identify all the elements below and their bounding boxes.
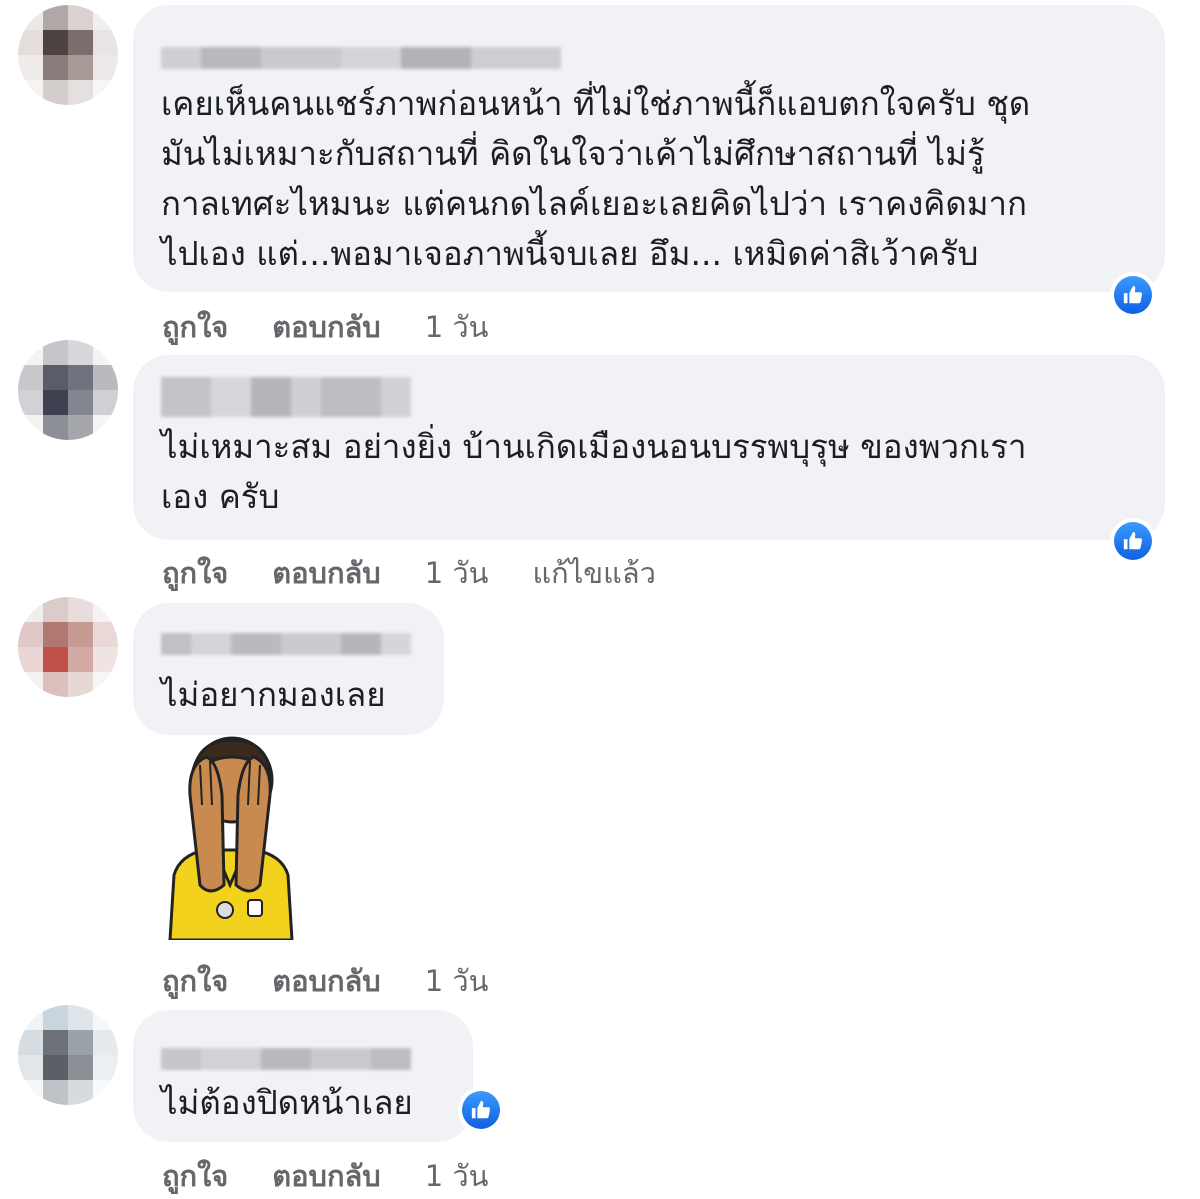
comment-text: เคยเห็นคนแชร์ภาพก่อนหน้า ที่ไม่ใช่ภาพนี้… [161, 84, 1031, 273]
like-link[interactable]: ถูกใจ [162, 304, 228, 350]
reaction-badge[interactable] [458, 1087, 504, 1133]
reply-link[interactable]: ตอบกลับ [272, 550, 380, 596]
edited-label: แก้ไขแล้ว [532, 556, 656, 590]
reply-link[interactable]: ตอบกลับ [272, 1153, 380, 1199]
comment-bubble: ไม่ต้องปิดหน้าเลย [133, 1010, 473, 1142]
author-name-blurred[interactable] [161, 1048, 411, 1070]
like-link[interactable]: ถูกใจ [162, 958, 228, 1004]
comment-text: ไม่เหมาะสม อย่างยิ่ง บ้านเกิดเมืองนอนบรร… [161, 427, 1027, 516]
timestamp[interactable]: 1 วัน [425, 550, 489, 596]
comment-bubble: ไม่อยากมองเลย [133, 603, 444, 735]
comment-actions: ถูกใจ ตอบกลับ 1 วัน แก้ไขแล้ว [162, 550, 656, 596]
timestamp[interactable]: 1 วัน [425, 1153, 489, 1199]
timestamp[interactable]: 1 วัน [425, 958, 489, 1004]
author-name-blurred[interactable] [161, 633, 411, 655]
thumbs-up-icon [1123, 285, 1143, 304]
like-link[interactable]: ถูกใจ [162, 1153, 228, 1199]
avatar[interactable] [18, 5, 118, 105]
like-link[interactable]: ถูกใจ [162, 550, 228, 596]
comment-actions: ถูกใจ ตอบกลับ 1 วัน [162, 304, 488, 350]
comment-actions: ถูกใจ ตอบกลับ 1 วัน [162, 1153, 488, 1199]
avatar[interactable] [18, 1005, 118, 1105]
reply-link[interactable]: ตอบกลับ [272, 958, 380, 1004]
avatar[interactable] [18, 597, 118, 697]
comment-actions: ถูกใจ ตอบกลับ 1 วัน [162, 958, 488, 1004]
reply-link[interactable]: ตอบกลับ [272, 304, 380, 350]
thumbs-up-icon [471, 1100, 491, 1119]
comment-bubble: เคยเห็นคนแชร์ภาพก่อนหน้า ที่ไม่ใช่ภาพนี้… [133, 5, 1165, 292]
comment-text: ไม่อยากมองเลย [161, 675, 386, 714]
comment-text: ไม่ต้องปิดหน้าเลย [161, 1083, 413, 1122]
reaction-badge[interactable] [1110, 272, 1156, 318]
reaction-badge[interactable] [1110, 518, 1156, 564]
face-palm-sticker[interactable] [160, 735, 300, 940]
avatar[interactable] [18, 340, 118, 440]
author-name-blurred[interactable] [161, 47, 561, 69]
thumbs-up-icon [1123, 531, 1143, 550]
comment-bubble: ไม่เหมาะสม อย่างยิ่ง บ้านเกิดเมืองนอนบรร… [133, 355, 1165, 540]
author-name-blurred[interactable] [161, 377, 411, 417]
timestamp[interactable]: 1 วัน [425, 304, 489, 350]
